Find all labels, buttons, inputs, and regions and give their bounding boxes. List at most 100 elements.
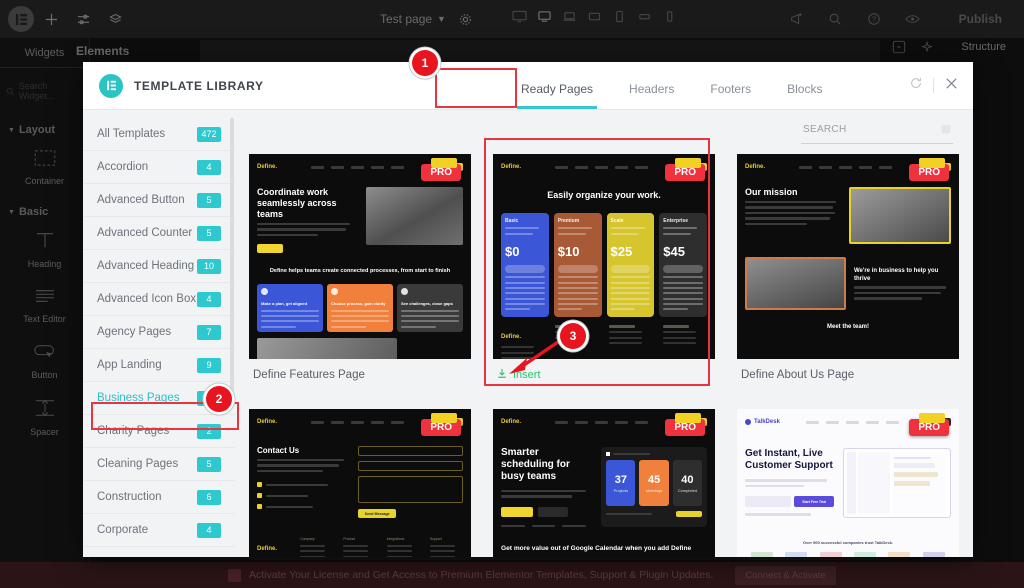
category-accordion[interactable]: Accordion 4 [83,151,235,184]
widgets-panel: Widgets Search Widget... ▼ Layout Contai… [0,38,90,588]
sparkle-icon[interactable] [920,40,934,59]
refresh-icon[interactable] [909,76,923,95]
megaphone-icon[interactable] [781,4,811,34]
category-label: Charity Pages [97,425,170,437]
close-icon[interactable] [944,76,959,96]
pro-badge: PRO [421,158,461,181]
template-thumbnail[interactable]: PRO Define. Smarter scheduling for busy [493,409,715,557]
tab-footers[interactable]: Footers [692,68,769,109]
widget-text-editor-label: Text Editor [23,314,66,324]
category-scrollbar[interactable] [230,118,234,398]
category-label: All Templates [97,128,166,140]
preview-logo: Define. [257,419,278,425]
widget-heading[interactable]: Heading [0,222,89,278]
template-card[interactable]: PRO Define. Contact Us Send Message Defi… [249,409,471,557]
eye-icon[interactable] [898,4,928,34]
category-label: Cleaning Pages [97,458,179,470]
preview-headline: Coordinate work seamlessly across teams [257,187,337,219]
category-count: 5 [197,456,221,472]
search-icon[interactable] [820,4,850,34]
preview-headline: Easily organize your work. [547,190,661,200]
widget-search-input[interactable]: Search Widget... [6,80,83,102]
template-preview: Define. Our mission We're in business to… [737,154,959,359]
template-card[interactable]: PRO Define. Smarter scheduling for busy [493,409,715,557]
stat-value: 40 [681,473,694,486]
structure-icons [892,40,934,59]
license-notice-bar: Activate Your License and Get Access to … [0,562,1024,588]
template-preview: Define. Easily organize your work. Basic [493,154,715,359]
category-label: Agency Pages [97,326,172,338]
gear-icon[interactable] [451,4,481,34]
category-advanced-heading[interactable]: Advanced Heading 10 [83,250,235,283]
stat-value: 37 [614,473,627,486]
widget-text-editor[interactable]: Text Editor [0,278,89,334]
widget-button[interactable]: Button [0,334,89,390]
category-label: Business Pages [97,392,180,404]
category-count: 10 [197,258,221,274]
pricing-price: $10 [557,243,580,259]
category-advanced-icon-box[interactable]: Advanced Icon Box 4 [83,283,235,316]
modal-title: TEMPLATE LIBRARY [134,78,264,93]
template-thumbnail[interactable]: PRO Define. Easily organize your work. B… [493,154,715,359]
plus-icon[interactable] [36,4,66,34]
widget-group-layout[interactable]: ▼ Layout [0,114,89,140]
structure-label[interactable]: Structure [961,41,1006,53]
stat-card: 37 Projects [606,460,636,506]
category-advanced-counter[interactable]: Advanced Counter 5 [83,217,235,250]
device-desktop-icon[interactable] [512,10,527,28]
frame-icon[interactable] [892,40,906,59]
chevron-down-icon[interactable]: ▼ [437,14,446,24]
tab-headers[interactable]: Headers [611,68,692,109]
footer-col-title: Support [429,537,442,541]
category-agency-pages[interactable]: Agency Pages 7 [83,316,235,349]
category-label: Advanced Button [97,194,185,206]
widget-spacer[interactable]: Spacer [0,390,89,446]
template-card[interactable]: PRO Define. Coordinate work seamlessly a… [249,154,471,391]
category-advanced-button[interactable]: Advanced Button 5 [83,184,235,217]
layers-icon[interactable] [100,4,130,34]
category-count: 2 [197,423,221,439]
template-card[interactable]: PRO TalkDesk Get Instant, Live Customer … [737,409,959,557]
template-thumbnail[interactable]: PRO TalkDesk Get Instant, Live Customer … [737,409,959,557]
category-all-templates[interactable]: All Templates 472 [83,118,235,151]
connect-activate-button[interactable]: Connect & Activate [735,565,836,585]
template-thumbnail[interactable]: PRO Define. Our mission We're in busines… [737,154,959,359]
preview-headline: Smarter scheduling for busy teams [501,447,570,483]
tab-ready-pages[interactable]: Ready Pages [503,68,611,109]
page-title-dropdown[interactable]: Test page [380,12,432,26]
device-tablet-icon[interactable] [612,10,627,28]
elements-label: Elements [76,44,130,58]
category-construction[interactable]: Construction 6 [83,481,235,514]
template-thumbnail[interactable]: PRO Define. Coordinate work seamlessly a… [249,154,471,359]
pro-badge: PRO [909,158,949,181]
modal-tabs: Ready Pages Headers Footers Blocks [503,68,840,109]
preview-logo: Define. [257,164,278,170]
pricing-price: $25 [610,243,633,259]
widget-group-basic[interactable]: ▼ Basic [0,196,89,222]
preview-logo: Define. [501,419,522,425]
widget-container[interactable]: Container [0,140,89,196]
category-corporate[interactable]: Corporate 4 [83,514,235,547]
template-card[interactable]: PRO Define. Our mission We're in busines… [737,154,959,391]
device-mobile-icon[interactable] [662,10,677,28]
device-tablet-landscape-icon[interactable] [587,10,602,28]
device-laptop-icon[interactable] [537,10,552,28]
device-laptop-small-icon[interactable] [562,10,577,28]
category-count: 9 [197,357,221,373]
device-mobile-landscape-icon[interactable] [637,10,652,28]
feature-card-title: Make a plan, get aligned [261,301,308,307]
template-thumbnail[interactable]: PRO Define. Contact Us Send Message Defi… [249,409,471,557]
elementor-logo-icon[interactable] [8,6,34,32]
template-caption: Define About Us Page [737,359,959,391]
category-app-landing[interactable]: App Landing 9 [83,349,235,382]
tab-blocks[interactable]: Blocks [769,68,840,109]
category-cleaning-pages[interactable]: Cleaning Pages 5 [83,448,235,481]
sliders-icon[interactable] [68,4,98,34]
search-input[interactable]: SEARCH [801,121,953,144]
help-icon[interactable]: ? [859,4,889,34]
category-label: Corporate [97,524,149,536]
spacer-icon [34,399,56,422]
category-charity-pages[interactable]: Charity Pages 2 [83,415,235,448]
divider [933,78,934,93]
publish-button[interactable]: Publish [943,6,1018,32]
